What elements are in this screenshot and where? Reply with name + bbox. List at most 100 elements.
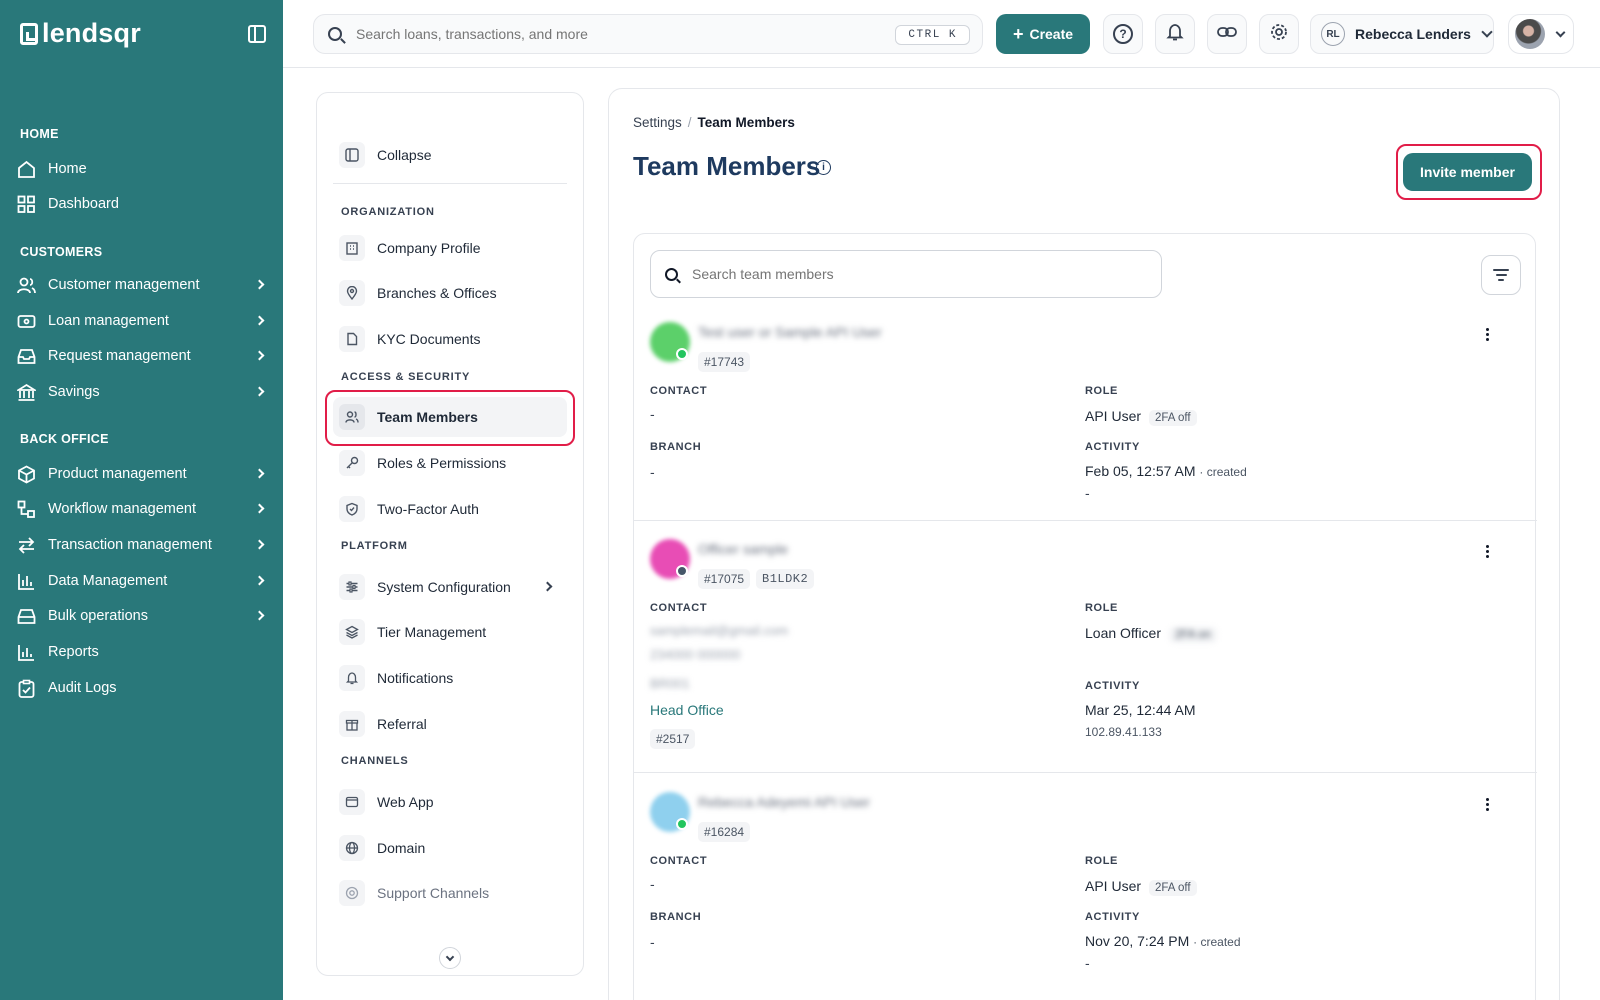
role-name: API User — [1085, 408, 1142, 424]
activity-note: · created — [1193, 935, 1241, 949]
team-member-row[interactable]: Test user or Sample API User #17743 CONT… — [634, 322, 1537, 521]
brand-logo[interactable]: lendsqr — [20, 18, 141, 49]
sidebar-item-label: Bulk operations — [48, 608, 148, 624]
plus-icon: + — [1012, 24, 1024, 44]
sidebar-item-customer-management[interactable]: Customer management — [17, 270, 267, 300]
sidebar-item-request-management[interactable]: Request management — [17, 341, 267, 371]
bell-icon — [1165, 22, 1185, 47]
branch-label: BRANCH — [650, 441, 702, 453]
settings-item-system-configuration[interactable]: System Configuration — [333, 567, 567, 607]
settings-item-notifications[interactable]: Notifications — [333, 658, 567, 698]
sidebar-item-bulk-operations[interactable]: Bulk operations — [17, 601, 267, 631]
more-options-icon[interactable] — [1486, 328, 1490, 341]
contact-label: CONTACT — [650, 855, 708, 867]
branch-value: - — [650, 934, 655, 950]
user-menu-button[interactable]: RL Rebecca Lenders — [1310, 14, 1494, 54]
2fa-status-badge: 2FA off — [1149, 410, 1197, 426]
global-search-input[interactable] — [356, 26, 856, 42]
sidebar-item-label: Customer management — [48, 277, 200, 293]
sidebar-item-reports[interactable]: Reports — [17, 637, 267, 667]
sidebar-item-savings[interactable]: Savings — [15, 377, 267, 407]
collapse-panel-icon — [339, 142, 365, 168]
activity-note: · created — [1199, 465, 1247, 479]
settings-item-label: KYC Documents — [377, 331, 481, 347]
more-options-icon[interactable] — [1486, 798, 1490, 811]
help-button[interactable]: ? — [1103, 14, 1143, 54]
sidebar-item-data-management[interactable]: Data Management — [17, 566, 267, 596]
activity-label: ACTIVITY — [1085, 680, 1140, 692]
team-member-row[interactable]: Rebecca Adeyemi API User #16284 CONTACT … — [634, 792, 1537, 1000]
settings-item-label: Company Profile — [377, 240, 481, 256]
filter-button[interactable] — [1481, 255, 1521, 295]
member-search-input[interactable] — [692, 266, 1132, 282]
sidebar-item-workflow-management[interactable]: Workflow management — [17, 494, 267, 524]
chevron-right-icon — [254, 539, 265, 550]
settings-item-kyc-documents[interactable]: KYC Documents — [333, 319, 567, 359]
settings-item-label: System Configuration — [377, 579, 511, 595]
team-member-row[interactable]: Officer sample #17075 B1LDK2 CONTACT sam… — [634, 539, 1537, 773]
contact-email: samplemail@gmail.com — [650, 623, 789, 638]
profile-menu-button[interactable] — [1508, 14, 1574, 54]
sidebar-item-home[interactable]: Home — [17, 154, 267, 184]
sidebar-item-loan-management[interactable]: Loan management — [17, 306, 267, 336]
contact-value: - — [650, 876, 655, 892]
layers-icon — [339, 619, 365, 645]
role-label: ROLE — [1085, 385, 1118, 397]
member-search[interactable] — [650, 250, 1162, 298]
settings-button[interactable] — [1259, 14, 1299, 54]
filter-icon — [1493, 269, 1509, 271]
filter-icon — [1498, 279, 1504, 281]
sidebar-item-product-management[interactable]: Product management — [17, 459, 267, 489]
settings-item-two-factor-auth[interactable]: Two-Factor Auth — [333, 489, 567, 529]
activity-value: Nov 20, 7:24 PM · created — [1085, 933, 1241, 949]
create-button[interactable]: + Create — [996, 14, 1090, 54]
main-content: Settings / Team Members Team Members i Inv… — [608, 88, 1560, 1000]
settings-item-company-profile[interactable]: Company Profile — [333, 228, 567, 268]
settings-item-label: Roles & Permissions — [377, 455, 507, 471]
link-button[interactable] — [1207, 14, 1247, 54]
settings-section-channels: CHANNELS — [341, 755, 409, 767]
sidebar-item-dashboard[interactable]: Dashboard — [17, 189, 267, 219]
member-id-badge: #16284 — [698, 822, 751, 842]
sidebar-item-label: Dashboard — [48, 196, 119, 212]
settings-item-label: Support Channels — [377, 885, 490, 901]
settings-item-roles-permissions[interactable]: Roles & Permissions — [333, 443, 567, 483]
settings-item-domain[interactable]: Domain — [333, 828, 567, 868]
invite-member-highlight — [1396, 144, 1542, 200]
create-button-label: Create — [1029, 26, 1074, 42]
team-members-highlight — [325, 390, 575, 446]
nav-section-home: HOME — [20, 127, 59, 141]
role-name: Loan Officer — [1085, 625, 1162, 641]
member-name: Test user or Sample API User — [698, 324, 882, 340]
2fa-status-badge: 2FA off — [1149, 880, 1197, 896]
loan-icon — [17, 312, 36, 331]
scroll-down-button[interactable] — [439, 947, 461, 969]
notifications-button[interactable] — [1155, 14, 1195, 54]
savings-icon — [15, 383, 38, 402]
clipboard-icon — [17, 679, 36, 698]
settings-item-branches-offices[interactable]: Branches & Offices — [333, 273, 567, 313]
sidebar-item-label: Savings — [48, 384, 100, 400]
settings-item-referral[interactable]: Referral — [333, 704, 567, 744]
role-value: API User 2FA off — [1085, 878, 1197, 896]
sidebar-item-label: Product management — [48, 466, 187, 482]
settings-item-web-app[interactable]: Web App — [333, 782, 567, 822]
settings-item-support-channels[interactable]: Support Channels — [333, 873, 567, 913]
activity-label: ACTIVITY — [1085, 441, 1140, 453]
sidebar-item-audit-logs[interactable]: Audit Logs — [17, 673, 267, 703]
more-options-icon[interactable] — [1486, 545, 1490, 558]
shield-icon — [339, 496, 365, 522]
info-icon[interactable]: i — [816, 160, 831, 175]
sidebar-item-transaction-management[interactable]: Transaction management — [17, 530, 267, 560]
top-bar: CTRL K + Create ? RL Rebecca Lenders — [283, 0, 1600, 68]
breadcrumb-settings-link[interactable]: Settings — [633, 115, 682, 130]
role-label: ROLE — [1085, 855, 1118, 867]
search-icon — [665, 267, 678, 281]
settings-item-tier-management[interactable]: Tier Management — [333, 612, 567, 652]
branch-link[interactable]: Head Office — [650, 702, 724, 718]
settings-item-label: Web App — [377, 794, 434, 810]
sidebar-collapse-icon[interactable] — [248, 25, 266, 43]
bell-icon — [339, 665, 365, 691]
global-search[interactable]: CTRL K — [313, 14, 983, 54]
settings-collapse-button[interactable]: Collapse — [333, 135, 567, 175]
